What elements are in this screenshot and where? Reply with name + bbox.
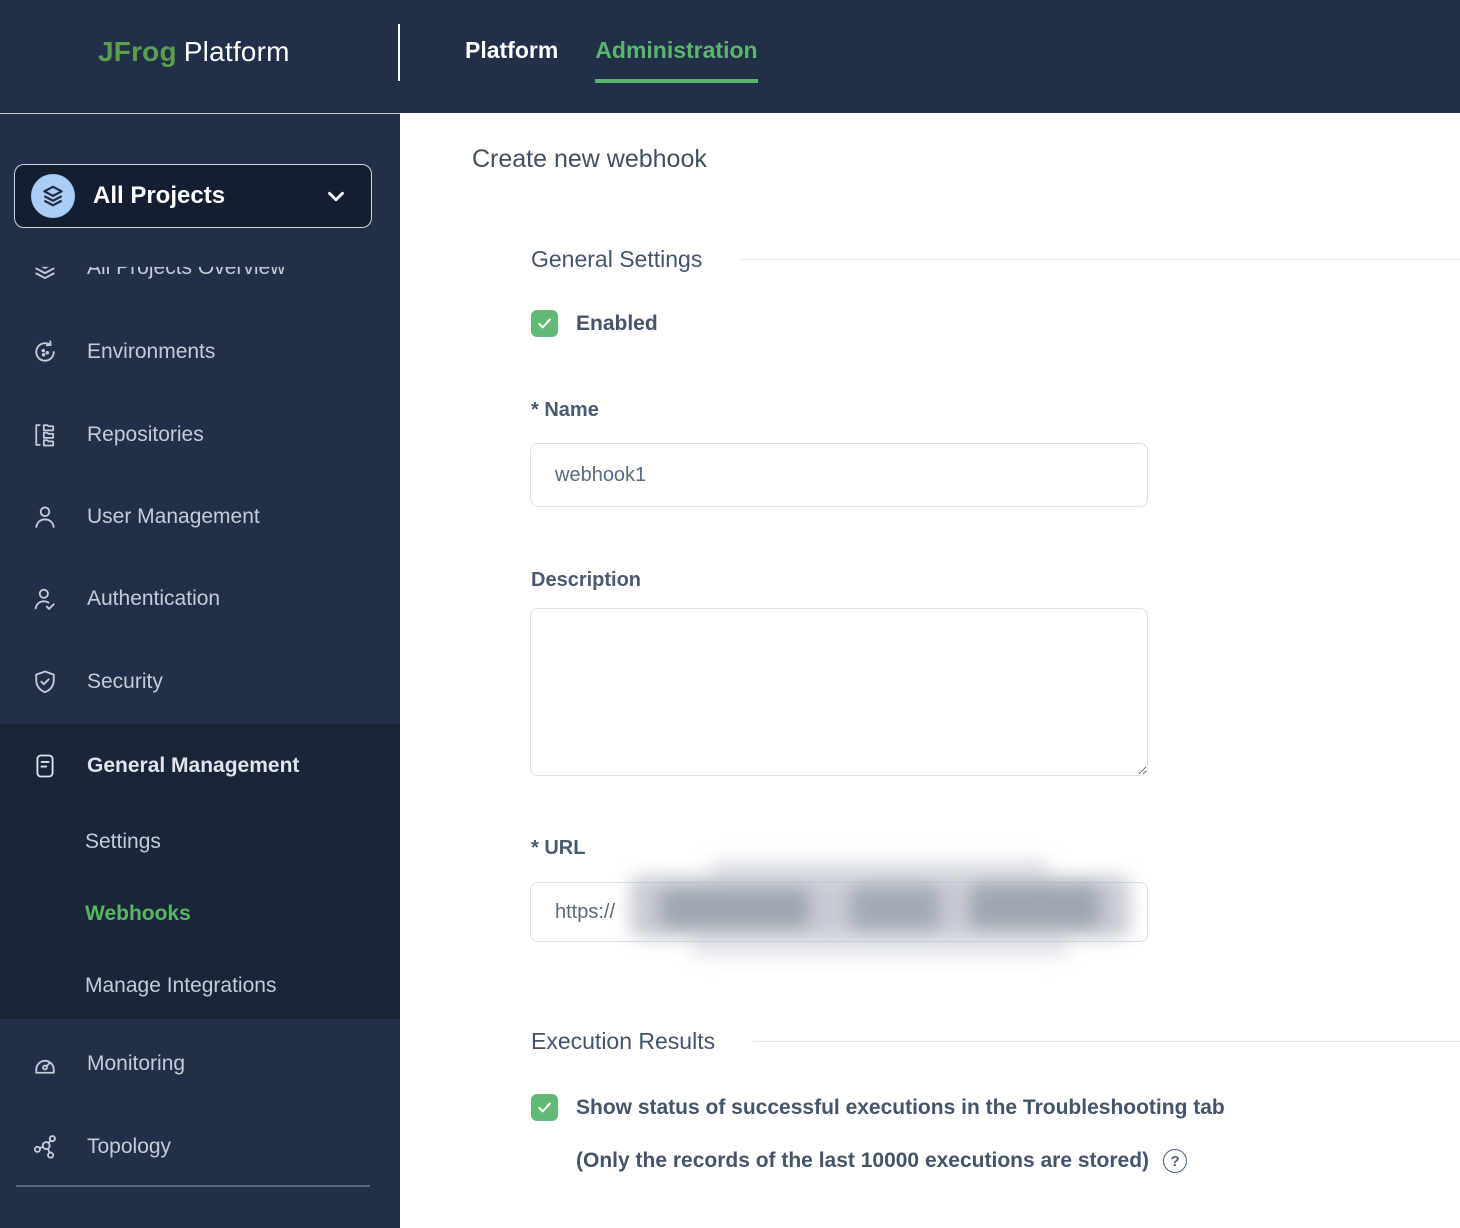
sidebar-item-manage-integrations[interactable]: Manage Integrations — [0, 958, 400, 1014]
execution-checkbox-label: Show status of successful executions in … — [576, 1094, 1225, 1121]
project-selector[interactable]: All Projects — [14, 164, 372, 228]
name-input[interactable] — [530, 443, 1148, 507]
top-header: JFrogPlatform Platform Administration — [0, 0, 1460, 113]
tab-administration[interactable]: Administration — [595, 37, 757, 83]
help-icon[interactable]: ? — [1163, 1149, 1187, 1173]
execution-checkbox-row: Show status of successful executions in … — [531, 1094, 1431, 1121]
check-icon — [536, 1099, 553, 1116]
sidebar-item-label: Authentication — [87, 587, 220, 611]
layers-icon — [30, 253, 60, 283]
logo-product: Platform — [184, 36, 290, 67]
enabled-checkbox[interactable] — [531, 310, 558, 337]
jfrog-logo: JFrogPlatform — [98, 36, 290, 68]
repositories-icon — [30, 420, 60, 450]
sidebar-item-user-management[interactable]: User Management — [0, 489, 400, 545]
sidebar-item-monitoring[interactable]: Monitoring — [0, 1036, 400, 1092]
project-selector-label: All Projects — [93, 182, 323, 210]
section-title: Execution Results — [531, 1028, 715, 1055]
section-divider — [740, 259, 1460, 260]
enabled-checkbox-label: Enabled — [576, 310, 658, 337]
description-textarea[interactable] — [530, 608, 1148, 776]
sidebar-item-label: Security — [87, 670, 163, 694]
sidebar-item-authentication[interactable]: Authentication — [0, 571, 400, 627]
sidebar-item-topology[interactable]: Topology — [0, 1119, 400, 1175]
topology-icon — [30, 1132, 60, 1162]
user-check-icon — [30, 584, 60, 614]
sidebar-item-settings[interactable]: Settings — [0, 814, 400, 870]
sidebar-item-label: User Management — [87, 505, 260, 529]
shield-check-icon — [30, 667, 60, 697]
chevron-down-icon — [323, 183, 349, 209]
sidebar-item-label: Manage Integrations — [85, 974, 276, 998]
gauge-icon — [30, 1049, 60, 1079]
execution-note-row: (Only the records of the last 10000 exec… — [576, 1149, 1187, 1173]
section-title: General Settings — [531, 246, 702, 273]
main-content: Create new webhook General Settings Enab… — [400, 113, 1460, 1228]
check-icon — [536, 315, 553, 332]
sidebar-item-label: Environments — [87, 340, 215, 364]
sidebar-item-label: Monitoring — [87, 1052, 185, 1076]
sidebar-item-all-projects-overview[interactable]: All Projects Overview — [0, 240, 400, 296]
sidebar-divider — [16, 1185, 370, 1187]
sidebar-item-label: General Management — [87, 754, 299, 778]
layers-icon — [31, 174, 75, 218]
header-tabs: Platform Administration — [465, 37, 758, 83]
sidebar-item-webhooks[interactable]: Webhooks — [0, 886, 400, 942]
sidebar-item-general-management[interactable]: General Management — [0, 738, 400, 794]
url-field-label: * URL — [531, 837, 585, 860]
execution-status-checkbox[interactable] — [531, 1094, 558, 1121]
page-title: Create new webhook — [472, 145, 707, 174]
execution-results-section-header: Execution Results — [531, 1026, 1460, 1056]
environments-icon — [30, 337, 60, 367]
section-divider — [753, 1041, 1460, 1042]
enabled-checkbox-row: Enabled — [531, 310, 658, 337]
sidebar-item-label: Webhooks — [85, 902, 191, 926]
url-input[interactable] — [530, 882, 1148, 942]
sidebar-item-label: Topology — [87, 1135, 171, 1159]
sidebar-item-security[interactable]: Security — [0, 654, 400, 710]
sidebar-item-label: Repositories — [87, 423, 204, 447]
name-field-label: * Name — [531, 399, 599, 422]
sidebar-item-label: All Projects Overview — [87, 256, 285, 280]
sidebar-item-label: Settings — [85, 830, 161, 854]
description-field-label: Description — [531, 569, 641, 592]
document-icon — [30, 751, 60, 781]
general-settings-section-header: General Settings — [531, 244, 1460, 274]
header-divider — [398, 24, 400, 81]
user-icon — [30, 502, 60, 532]
sidebar-item-repositories[interactable]: Repositories — [0, 407, 400, 463]
sidebar-item-environments[interactable]: Environments — [0, 324, 400, 380]
tab-platform[interactable]: Platform — [465, 37, 558, 83]
sidebar: All Projects All Projects Overview E — [0, 113, 400, 1228]
execution-note: (Only the records of the last 10000 exec… — [576, 1149, 1149, 1173]
logo-brand: JFrog — [98, 36, 177, 67]
